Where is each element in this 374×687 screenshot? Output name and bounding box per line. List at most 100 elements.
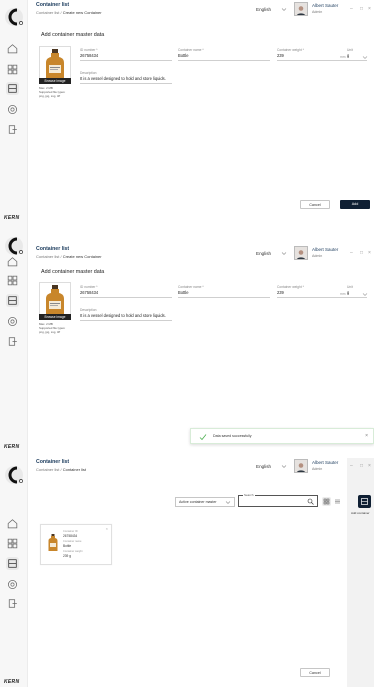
kern-brand-logo: KERN [4, 679, 20, 685]
user-role: Admin [312, 467, 323, 471]
chevron-down-icon[interactable] [362, 55, 368, 60]
grid-icon[interactable] [6, 274, 19, 287]
app-title: Container list [36, 2, 70, 8]
home-icon[interactable] [6, 42, 19, 55]
container-weight-value: 239 [277, 53, 284, 58]
breadcrumb: Container list / Create new Container [36, 10, 102, 15]
grid-view-icon[interactable] [322, 497, 331, 506]
add-container-icon [361, 498, 368, 505]
page-title: Add container master data [41, 32, 105, 38]
container-card[interactable]: × Container ID 26758434 Container name B… [40, 524, 112, 565]
breadcrumb-root[interactable]: Container list [36, 254, 59, 259]
list-icon[interactable] [6, 557, 19, 570]
home-icon[interactable] [6, 255, 19, 268]
breadcrumb: Container list / Container list [36, 467, 87, 472]
add-container-button[interactable] [358, 495, 371, 508]
unit-label: Unit [347, 48, 353, 52]
bottle-image [46, 285, 64, 314]
kern-logo-mark-icon [5, 466, 23, 484]
avatar[interactable] [294, 2, 308, 16]
add-container-label: Add container [351, 511, 370, 515]
search-icon[interactable] [307, 498, 314, 505]
avatar[interactable] [294, 246, 308, 260]
card-name-value: Bottle [63, 544, 72, 548]
home-icon[interactable] [6, 517, 19, 530]
avatar[interactable] [294, 459, 308, 473]
id-number-field[interactable]: ID number * 26758434 [80, 48, 172, 61]
id-number-field[interactable]: ID number * 26758434 [80, 285, 172, 298]
header: Container list Container list / Create n… [36, 246, 374, 262]
user-name: Albert Sauter [312, 460, 339, 465]
maximize-button[interactable]: □ [360, 250, 363, 256]
container-name-field[interactable]: Container name * Bottle [178, 48, 270, 61]
breadcrumb-root[interactable]: Container list [36, 467, 59, 472]
grid-icon[interactable] [6, 537, 19, 550]
globe-icon[interactable] [6, 578, 19, 591]
cancel-button[interactable]: Cancel [300, 668, 330, 677]
language-select[interactable]: English [256, 251, 271, 256]
chevron-down-icon[interactable] [362, 292, 368, 297]
browse-image-button[interactable]: Browse image [39, 78, 71, 84]
list-icon[interactable] [6, 82, 19, 95]
add-button[interactable]: Add [340, 200, 370, 209]
description-field[interactable]: Description It is a vessel designed to h… [80, 308, 172, 321]
container-image-preview [39, 282, 71, 318]
container-weight-field[interactable]: Container weight * 239 [277, 285, 347, 298]
exit-icon[interactable] [6, 335, 19, 348]
chevron-down-icon[interactable] [281, 7, 287, 12]
user-portrait-icon [296, 463, 306, 472]
card-weight-label: Container weight [63, 550, 83, 553]
exit-icon[interactable] [6, 597, 19, 610]
list-icon[interactable] [6, 294, 19, 307]
image-types-value: png, jpg, svg, tiff [39, 330, 60, 334]
weight-unit-suffix: mm [340, 55, 346, 59]
header: Container list Container list / Create n… [36, 2, 374, 18]
close-window-button[interactable]: × [368, 463, 371, 469]
chevron-down-icon[interactable] [281, 251, 287, 256]
status-filter-value: Active container master [179, 500, 217, 504]
minimize-button[interactable]: – [350, 463, 353, 469]
close-window-button[interactable]: × [368, 250, 371, 256]
id-number-value: 26758434 [80, 53, 99, 58]
maximize-button[interactable]: □ [360, 463, 363, 469]
list-view-icon[interactable] [333, 497, 342, 506]
breadcrumb-current: Create new Container [62, 10, 102, 15]
toast-message: Data saved successfully [213, 434, 252, 438]
card-id-value: 26758434 [63, 534, 78, 538]
close-window-button[interactable]: × [368, 6, 371, 12]
card-name-label: Container name [63, 540, 82, 543]
screen-add-container-saved: KERN Container list Container list / Cre… [0, 229, 374, 458]
container-weight-field[interactable]: Container weight * 239 [277, 48, 347, 61]
container-name-field[interactable]: Container name * Bottle [178, 285, 270, 298]
chevron-down-icon[interactable] [225, 500, 231, 505]
breadcrumb-root[interactable]: Container list [36, 10, 59, 15]
screen-add-container: KERN Container list Container list / Cre… [0, 0, 374, 229]
cancel-button[interactable]: Cancel [300, 200, 330, 209]
screen-container-list: KERN Container list Container list / Con… [0, 458, 374, 687]
unit-label: Unit [347, 285, 353, 289]
browse-image-button[interactable]: Browse image [39, 314, 71, 320]
search-input[interactable]: Search [238, 493, 318, 507]
chevron-down-icon[interactable] [281, 464, 287, 469]
grid-icon[interactable] [6, 63, 19, 76]
globe-icon[interactable] [6, 103, 19, 116]
globe-icon[interactable] [6, 315, 19, 328]
nav-rail: KERN [0, 229, 28, 458]
language-select[interactable]: English [256, 7, 271, 12]
card-weight-value: 239 g [63, 554, 71, 558]
status-filter-select[interactable]: Active container master [175, 497, 235, 507]
user-portrait-icon [296, 250, 306, 259]
maximize-button[interactable]: □ [360, 6, 363, 12]
exit-icon[interactable] [6, 123, 19, 136]
bottle-image [46, 49, 64, 78]
minimize-button[interactable]: – [350, 6, 353, 12]
card-close-icon[interactable]: × [106, 526, 108, 531]
toast-close-button[interactable]: × [365, 433, 368, 439]
description-label: Description [80, 308, 97, 312]
nav-rail: KERN [0, 0, 28, 229]
minimize-button[interactable]: – [350, 250, 353, 256]
user-name: Albert Sauter [312, 247, 339, 252]
container-name-label: Container name * [178, 48, 204, 52]
description-field[interactable]: Description It is a vessel designed to h… [80, 71, 172, 84]
language-select[interactable]: English [256, 464, 271, 469]
